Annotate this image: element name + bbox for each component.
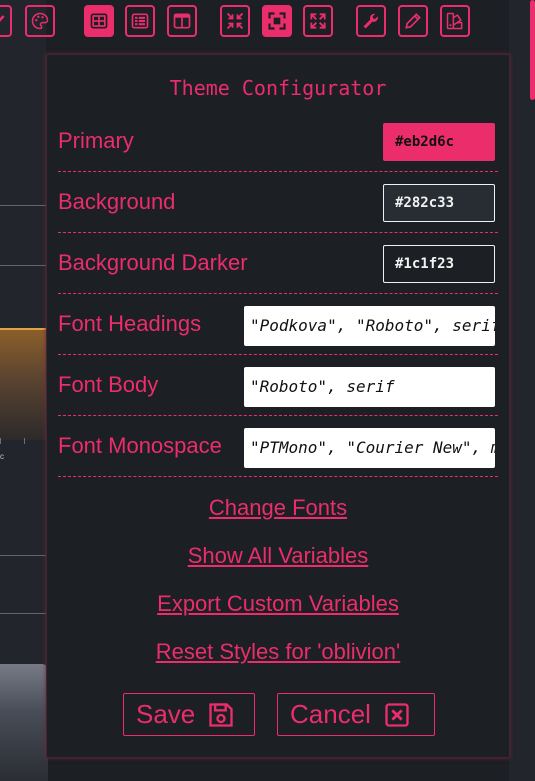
palette-button[interactable] <box>25 5 55 37</box>
setting-row-background-darker: Background Darker #1c1f23 <box>58 233 498 294</box>
compress-icon <box>226 12 244 30</box>
save-button[interactable]: Save <box>123 693 255 736</box>
setting-label: Font Body <box>58 372 159 397</box>
font-body-input[interactable]: "Roboto", serif <box>244 367 495 407</box>
chart-gridline <box>0 555 46 556</box>
save-icon <box>209 702 233 727</box>
primary-color-input[interactable]: #eb2d6c <box>383 123 495 161</box>
chart-gridline <box>0 613 46 614</box>
save-button-label: Save <box>136 699 196 729</box>
wrench-icon <box>363 13 378 29</box>
pencil-icon <box>405 13 421 29</box>
list-view-icon <box>131 13 149 29</box>
font-monospace-input[interactable]: "PTMono", "Courier New", monospace <box>244 428 495 468</box>
chart-gridline <box>0 205 46 206</box>
show-all-variables-link[interactable]: Show All Variables <box>47 543 509 569</box>
chart-tick <box>0 438 1 444</box>
chart-gridline <box>0 265 46 266</box>
setting-row-font-monospace: Font Monospace "PTMono", "Courier New", … <box>58 416 498 477</box>
setting-label: Font Headings <box>58 311 202 336</box>
setting-row-font-body: Font Body "Roboto", serif <box>58 355 498 416</box>
swatch-book-button[interactable] <box>440 5 470 37</box>
chart-area-orange <box>0 328 48 440</box>
export-custom-variables-link[interactable]: Export Custom Variables <box>47 591 509 617</box>
cancel-button[interactable]: Cancel <box>277 693 435 736</box>
list-view-button[interactable] <box>125 5 155 37</box>
setting-label: Background Darker <box>58 250 248 275</box>
expand-icon <box>268 12 286 30</box>
grid-view-button[interactable] <box>84 5 114 37</box>
chart-area-grey <box>0 664 48 781</box>
setting-row-font-headings: Font Headings "Podkova", "Roboto", serif <box>58 294 498 355</box>
setting-row-primary: Primary #eb2d6c <box>58 111 498 172</box>
background-color-input[interactable]: #282c33 <box>383 184 495 222</box>
palette-icon <box>31 12 49 30</box>
swatch-book-icon <box>446 12 463 30</box>
expand-button[interactable] <box>262 5 292 37</box>
setting-label: Primary <box>58 128 134 153</box>
fullscreen-arrows-icon <box>310 13 326 29</box>
cancel-button-label: Cancel <box>290 699 371 729</box>
grid-view-icon <box>90 13 108 29</box>
change-fonts-link[interactable]: Change Fonts <box>47 495 509 521</box>
setting-row-background: Background #282c33 <box>58 172 498 233</box>
columns-view-button[interactable] <box>167 5 197 37</box>
close-square-icon <box>385 702 409 727</box>
setting-label: Font Monospace <box>58 433 222 458</box>
setting-label: Background <box>58 189 176 214</box>
pencil-button[interactable] <box>398 5 428 37</box>
background-right-panel <box>509 0 535 781</box>
check-button[interactable] <box>0 5 12 37</box>
columns-view-icon <box>173 13 191 29</box>
chart-tick-label: c <box>0 452 4 461</box>
compress-button[interactable] <box>220 5 250 37</box>
fullscreen-arrows-button[interactable] <box>303 5 333 37</box>
theme-configurator-dialog: Theme Configurator Primary #eb2d6c Backg… <box>46 54 510 758</box>
background-darker-color-input[interactable]: #1c1f23 <box>383 245 495 283</box>
toolbar <box>0 0 535 42</box>
chart-tick <box>24 438 25 444</box>
wrench-button[interactable] <box>356 5 386 37</box>
reset-styles-link[interactable]: Reset Styles for 'oblivion' <box>47 639 509 665</box>
font-headings-input[interactable]: "Podkova", "Roboto", serif <box>244 306 495 346</box>
check-icon <box>0 15 5 22</box>
dialog-title: Theme Configurator <box>169 76 387 100</box>
